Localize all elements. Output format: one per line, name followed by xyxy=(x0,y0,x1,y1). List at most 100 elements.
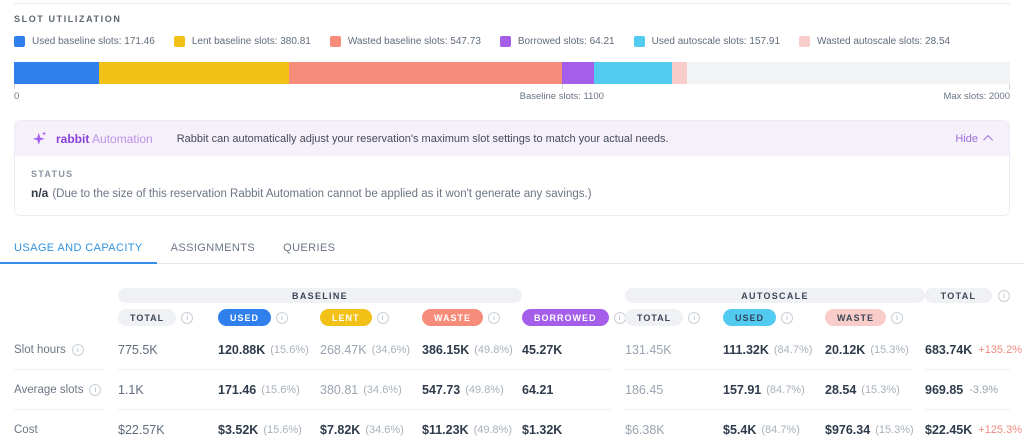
tick-baseline xyxy=(561,84,563,89)
legend-item-wasted-baseline-slots[interactable]: Wasted baseline slots: 547.73 xyxy=(329,36,481,47)
cell-cost-baseline-waste: $11.23K (49.8%) xyxy=(422,410,522,439)
cell-percent: (15.6%) xyxy=(263,423,302,436)
column-header-baseline-lent: LENT i xyxy=(320,309,422,326)
info-icon[interactable]: i xyxy=(376,311,389,324)
cell-percent: (49.8%) xyxy=(474,343,513,356)
column-pill-baseline-lent: LENT xyxy=(320,309,372,326)
cell-value: 683.74K xyxy=(925,342,973,357)
tick-max xyxy=(1009,84,1010,89)
cell-slot-hours-baseline-used: 120.88K (15.6%) xyxy=(218,330,320,370)
cell-cost-autoscale-waste: $976.34 (15.3%) xyxy=(825,410,914,439)
legend-item-wasted-autoscale-slots[interactable]: Wasted autoscale slots: 28.54 xyxy=(799,36,950,47)
legend-swatch-icon xyxy=(633,36,645,47)
top-divider xyxy=(14,3,1010,4)
column-header-borrowed: BORROWED i xyxy=(522,309,626,326)
automation-banner-header: rabbit Automation Rabbit can automatical… xyxy=(15,121,1009,156)
cell-value: 157.91 xyxy=(723,382,762,397)
cell-value: 969.85 xyxy=(925,382,964,397)
row-label-text: Slot hours xyxy=(14,343,66,356)
column-pill-baseline-waste: WASTE xyxy=(422,309,484,326)
cell-percent: (49.8%) xyxy=(465,383,504,396)
legend-item-borrowed-slots[interactable]: Borrowed slots: 64.21 xyxy=(499,36,615,47)
info-icon[interactable]: i xyxy=(688,311,701,324)
cell-average-slots-autoscale-total: 186.45 xyxy=(625,370,723,410)
column-header-autoscale-used: USED i xyxy=(723,309,825,326)
tab-bar: USAGE AND CAPACITY ASSIGNMENTS QUERIES xyxy=(0,242,1024,264)
table-column-header-row: TOTAL i USED i LENT i WASTE i BORROWED i TOTAL i USE… xyxy=(14,309,1010,326)
info-icon[interactable]: i xyxy=(276,311,289,324)
legend-label: Borrowed slots: 64.21 xyxy=(517,36,615,47)
cell-value: $5.4K xyxy=(723,422,757,437)
cell-value: 45.27K xyxy=(522,342,563,357)
info-icon[interactable]: i xyxy=(89,383,102,396)
legend-label: Lent baseline slots: 380.81 xyxy=(191,36,311,47)
bar-segment-wasted-autoscale-slots xyxy=(672,62,687,84)
cell-average-slots-borrowed: 64.21 xyxy=(522,370,611,410)
cell-slot-hours-autoscale-waste: 20.12K (15.3%) xyxy=(825,330,911,370)
cell-value: 186.45 xyxy=(625,382,664,397)
info-icon[interactable]: i xyxy=(613,311,626,324)
info-icon[interactable]: i xyxy=(998,289,1010,302)
bar-segment-lent-baseline-slots xyxy=(99,62,290,84)
axis-label-baseline: Baseline slots: 1100 xyxy=(519,91,604,102)
cell-cost-baseline-used: $3.52K (15.6%) xyxy=(218,410,320,439)
info-icon[interactable]: i xyxy=(488,311,501,324)
cell-average-slots-autoscale-used: 157.91 (84.7%) xyxy=(723,370,825,410)
cell-percent: (34.6%) xyxy=(371,343,411,356)
legend-label: Wasted autoscale slots: 28.54 xyxy=(817,36,951,47)
cell-percent: (34.6%) xyxy=(365,423,404,436)
legend-item-lent-baseline-slots[interactable]: Lent baseline slots: 380.81 xyxy=(173,36,311,47)
legend-label: Used baseline slots: 171.46 xyxy=(32,36,155,47)
cell-value: $7.82K xyxy=(320,422,361,437)
cell-average-slots-baseline-total: 1.1K xyxy=(118,370,218,410)
tick-min xyxy=(14,84,15,89)
info-icon[interactable]: i xyxy=(71,343,84,356)
cell-value: $22.57K xyxy=(118,422,165,437)
chart-legend: Used baseline slots: 171.46 Lent baseline… xyxy=(14,36,1010,47)
sparkle-icon xyxy=(31,130,48,147)
row-label-average-slots: Average slots i xyxy=(14,370,104,410)
cell-value: 547.73 xyxy=(422,382,461,397)
hide-button-label: Hide xyxy=(955,132,978,145)
legend-label: Wasted baseline slots: 547.73 xyxy=(347,36,481,47)
utilization-stacked-bar xyxy=(14,62,1010,84)
group-header-total: TOTAL i xyxy=(925,288,1010,303)
automation-status-panel: STATUS n/a (Due to the size of this reser… xyxy=(15,156,1009,215)
cell-value: 268.47K xyxy=(320,342,367,357)
cell-cost-grand-total: $22.45K +125.3% xyxy=(925,410,1022,439)
column-pill-autoscale-used: USED xyxy=(723,309,777,326)
row-label-text: Cost xyxy=(14,423,38,436)
column-pill-autoscale-waste: WASTE xyxy=(825,309,887,326)
table-row-slot-hours: Slot hours i 775.5K 120.88K (15.6%) 268.47K (3… xyxy=(14,330,1022,370)
cell-cost-autoscale-used: $5.4K (84.7%) xyxy=(723,410,825,439)
tab-assignments[interactable]: ASSIGNMENTS xyxy=(157,242,269,263)
bar-segment-used-autoscale-slots xyxy=(593,62,673,84)
cell-cost-autoscale-total: $6.38K xyxy=(625,410,723,439)
column-pill-baseline-total: TOTAL xyxy=(118,309,177,326)
legend-swatch-icon xyxy=(329,36,341,47)
brand-suffix: Automation xyxy=(92,131,153,146)
cell-delta: -3.9% xyxy=(969,383,998,396)
cell-percent: (84.7%) xyxy=(761,423,800,436)
column-header-grand-total xyxy=(925,309,1010,326)
cell-percent: (84.7%) xyxy=(773,343,813,356)
slot-utilization-page: SLOT UTILIZATION Used baseline slots: 17… xyxy=(0,3,1024,439)
column-header-baseline-used: USED i xyxy=(218,309,320,326)
group-header-baseline: BASELINE xyxy=(118,288,522,303)
cell-average-slots-baseline-used: 171.46 (15.6%) xyxy=(218,370,320,410)
table-group-header-row: BASELINE AUTOSCALE TOTAL i xyxy=(14,288,1010,303)
info-icon[interactable]: i xyxy=(891,311,904,324)
tab-usage-and-capacity[interactable]: USAGE AND CAPACITY xyxy=(0,242,157,264)
cell-slot-hours-autoscale-used: 111.32K (84.7%) xyxy=(723,330,825,370)
legend-item-used-autoscale-slots[interactable]: Used autoscale slots: 157.91 xyxy=(633,36,780,47)
tab-queries[interactable]: QUERIES xyxy=(269,242,349,263)
hide-button[interactable]: Hide xyxy=(955,132,994,145)
info-icon[interactable]: i xyxy=(181,311,194,324)
info-icon[interactable]: i xyxy=(781,311,794,324)
table-row-average-slots: Average slots i 1.1K 171.46 (15.6%) 380.81 (34… xyxy=(14,370,1010,410)
legend-swatch-icon xyxy=(799,36,811,47)
cell-value: 64.21 xyxy=(522,382,554,397)
cell-delta: +135.2% xyxy=(978,343,1022,356)
legend-item-used-baseline-slots[interactable]: Used baseline slots: 171.46 xyxy=(14,36,155,47)
status-value: n/a xyxy=(31,186,49,200)
